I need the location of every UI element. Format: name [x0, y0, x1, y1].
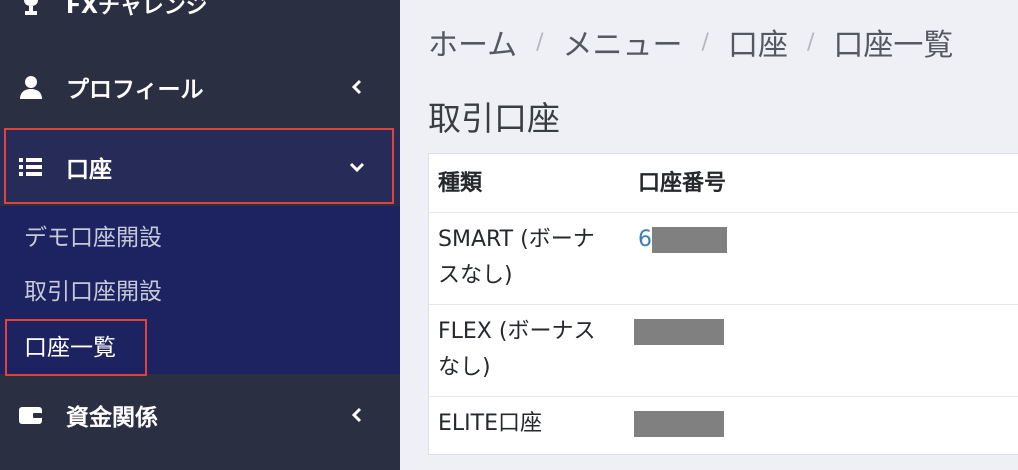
- list-icon: [19, 158, 42, 176]
- submenu: デモ口座開設 取引口座開設 口座一覧: [0, 206, 400, 374]
- page-title: 取引口座: [428, 99, 560, 138]
- accounts-table: 種類 口座番号 SMART (ボーナ スなし) 6 FLEX (ボーナス なし)…: [428, 153, 1018, 455]
- sidebar-item-label: 資金関係: [66, 405, 158, 431]
- submenu-item-demo-account[interactable]: デモ口座開設: [24, 218, 162, 258]
- table-row: ELITE口座: [429, 396, 1018, 454]
- brand-name: FXチャレンジ: [66, 0, 208, 19]
- account-type-line: FLEX (ボーナス: [438, 319, 596, 344]
- breadcrumb-separator: /: [806, 29, 815, 55]
- account-number: 6: [638, 222, 727, 258]
- wallet-icon: [19, 407, 42, 424]
- sidebar: FXチャレンジ プロフィール 口座 デモ口座開設 取引口座開設 口座一覧 資金関…: [0, 0, 400, 470]
- sidebar-item-account[interactable]: 口座: [0, 130, 400, 204]
- breadcrumb-account-list: 口座一覧: [833, 28, 954, 63]
- sidebar-item-label: 口座: [66, 157, 112, 183]
- account-type: ELITE口座: [438, 411, 542, 436]
- breadcrumb-menu[interactable]: メニュー: [563, 20, 683, 64]
- trophy-icon: [24, 0, 38, 15]
- account-type-line: なし): [438, 355, 491, 380]
- submenu-item-account-list[interactable]: 口座一覧: [24, 328, 116, 368]
- account-number: [634, 314, 724, 350]
- user-icon: [20, 76, 42, 99]
- redaction-box: [634, 319, 724, 345]
- table-row: FLEX (ボーナス なし): [429, 304, 1018, 397]
- account-type: FLEX (ボーナス なし): [438, 314, 595, 386]
- table-header-row: 種類 口座番号: [429, 154, 1018, 213]
- account-type-line: SMART (ボーナ: [438, 227, 595, 252]
- breadcrumb-home[interactable]: ホーム: [428, 20, 517, 64]
- chevron-left-icon: [351, 407, 362, 423]
- sidebar-item-profile[interactable]: プロフィール: [0, 52, 400, 122]
- account-type: SMART (ボーナ スなし): [438, 222, 595, 294]
- chevron-left-icon: [351, 79, 362, 95]
- chevron-down-icon: [349, 162, 365, 173]
- sidebar-item-funds[interactable]: 資金関係: [0, 380, 400, 450]
- breadcrumb-separator: /: [536, 29, 544, 55]
- redaction-box: [634, 411, 724, 437]
- redaction-box: [652, 227, 727, 253]
- breadcrumb: ホーム / メニュー / 口座 / 口座一覧: [428, 20, 953, 64]
- breadcrumb-separator: /: [701, 29, 709, 55]
- breadcrumb-account[interactable]: 口座: [728, 20, 788, 64]
- brand[interactable]: FXチャレンジ: [18, 0, 208, 22]
- table-row: SMART (ボーナ スなし) 6: [429, 212, 1018, 305]
- submenu-item-open-account[interactable]: 取引口座開設: [24, 272, 162, 312]
- column-header-number: 口座番号: [638, 171, 727, 196]
- account-type-line: スなし): [438, 263, 513, 288]
- account-number: [634, 406, 724, 442]
- column-header-type: 種類: [438, 171, 483, 196]
- sidebar-item-label: プロフィール: [66, 77, 204, 103]
- account-number-link[interactable]: 6: [638, 227, 652, 252]
